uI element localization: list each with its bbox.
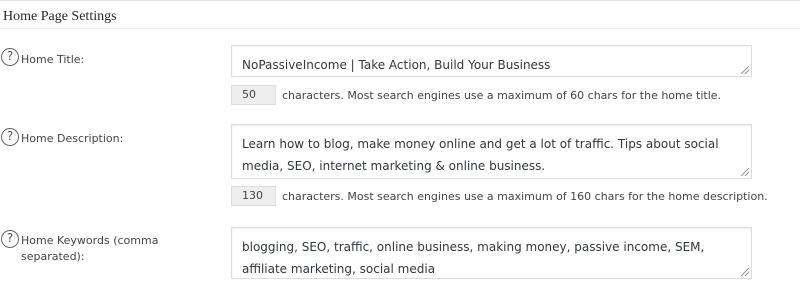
home-description-char-note: characters. Most search engines use a ma… <box>282 190 768 203</box>
home-title-value: NoPassiveIncome | Take Action, Build You… <box>242 58 551 72</box>
resize-handle-icon[interactable] <box>741 168 749 176</box>
resize-handle-icon[interactable] <box>741 268 749 276</box>
home-description-value: Learn how to blog, make money online and… <box>242 137 719 173</box>
panel-title: Home Page Settings <box>3 9 117 24</box>
home-description-char-count: 130 <box>231 186 276 206</box>
home-description-label: Home Description: <box>21 132 124 145</box>
resize-handle-icon[interactable] <box>741 66 749 74</box>
panel-header: Home Page Settings <box>0 1 800 29</box>
question-circle-icon[interactable]: ? <box>1 230 19 248</box>
home-keywords-label-line2: separated): <box>21 250 85 263</box>
home-title-label: Home Title: <box>21 53 85 66</box>
home-keywords-label-line1: Home Keywords (comma <box>21 234 159 247</box>
question-circle-icon[interactable]: ? <box>1 128 19 146</box>
home-description-textarea[interactable]: Learn how to blog, make money online and… <box>231 124 752 179</box>
home-keywords-value: blogging, SEO, traffic, online business,… <box>242 240 705 276</box>
home-title-char-note: characters. Most search engines use a ma… <box>282 89 722 102</box>
question-circle-icon[interactable]: ? <box>1 48 19 66</box>
home-title-input[interactable]: NoPassiveIncome | Take Action, Build You… <box>231 45 752 77</box>
home-title-char-count: 50 <box>231 85 276 105</box>
home-keywords-textarea[interactable]: blogging, SEO, traffic, online business,… <box>231 227 752 279</box>
home-page-settings-panel: Home Page Settings ? Home Title: NoPassi… <box>0 0 800 300</box>
